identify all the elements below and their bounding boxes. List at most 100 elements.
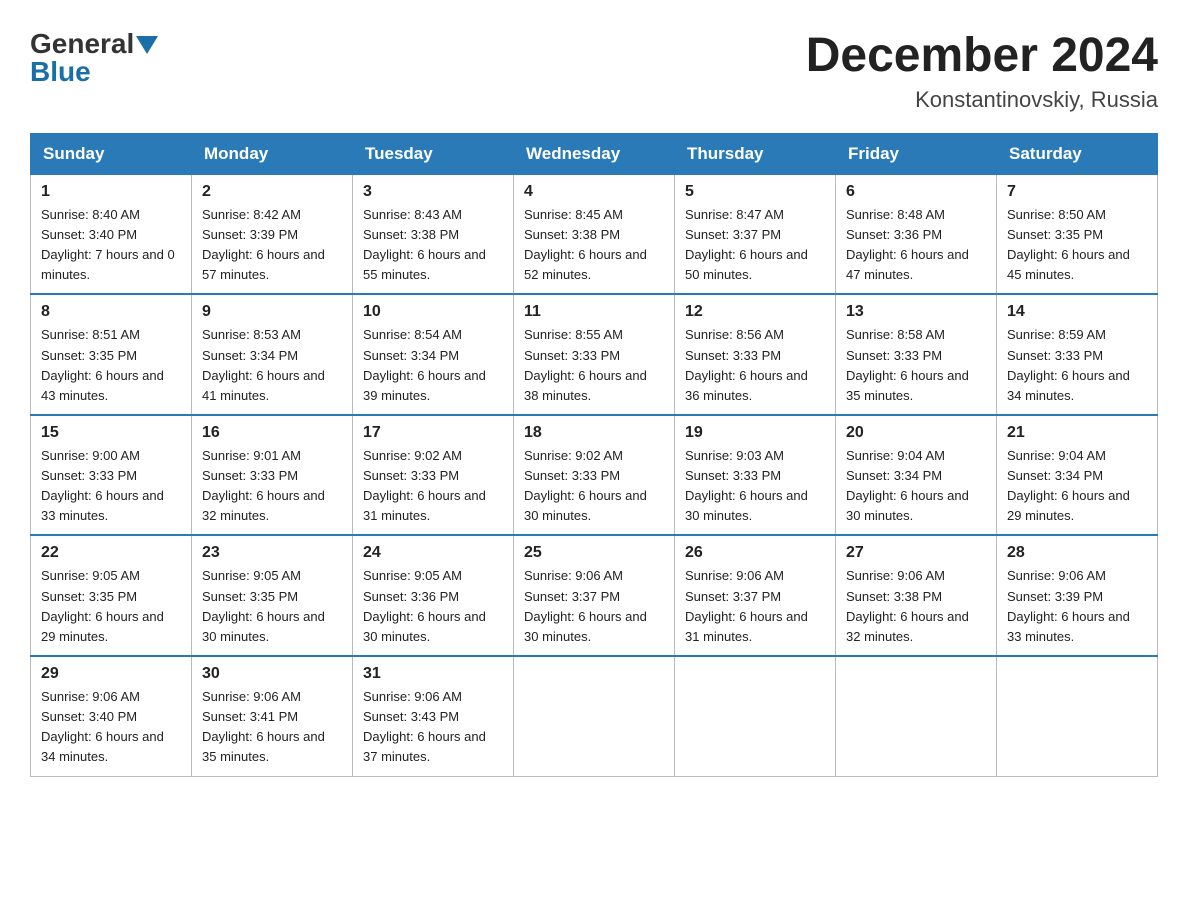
day-number: 30	[202, 665, 342, 683]
calendar-week-row: 8 Sunrise: 8:51 AM Sunset: 3:35 PM Dayli…	[31, 294, 1158, 415]
table-row: 16 Sunrise: 9:01 AM Sunset: 3:33 PM Dayl…	[192, 415, 353, 536]
table-row: 13 Sunrise: 8:58 AM Sunset: 3:33 PM Dayl…	[836, 294, 997, 415]
day-number: 11	[524, 303, 664, 321]
sunrise-label: Sunrise: 8:40 AM	[41, 207, 140, 222]
day-number: 2	[202, 183, 342, 201]
sunrise-label: Sunrise: 9:02 AM	[524, 448, 623, 463]
day-info: Sunrise: 8:50 AM Sunset: 3:35 PM Dayligh…	[1007, 205, 1147, 286]
sunrise-label: Sunrise: 9:01 AM	[202, 448, 301, 463]
daylight-label: Daylight: 6 hours and 33 minutes.	[41, 488, 164, 523]
table-row: 11 Sunrise: 8:55 AM Sunset: 3:33 PM Dayl…	[514, 294, 675, 415]
day-info: Sunrise: 8:47 AM Sunset: 3:37 PM Dayligh…	[685, 205, 825, 286]
day-number: 12	[685, 303, 825, 321]
location-text: Konstantinovskiy, Russia	[806, 87, 1158, 113]
sunset-label: Sunset: 3:33 PM	[524, 468, 620, 483]
day-info: Sunrise: 9:02 AM Sunset: 3:33 PM Dayligh…	[363, 446, 503, 527]
sunrise-label: Sunrise: 8:53 AM	[202, 327, 301, 342]
sunrise-label: Sunrise: 9:06 AM	[524, 568, 623, 583]
col-sunday: Sunday	[31, 133, 192, 174]
calendar-week-row: 22 Sunrise: 9:05 AM Sunset: 3:35 PM Dayl…	[31, 535, 1158, 656]
day-number: 24	[363, 544, 503, 562]
sunrise-label: Sunrise: 9:00 AM	[41, 448, 140, 463]
daylight-label: Daylight: 7 hours and 0 minutes.	[41, 247, 175, 282]
day-info: Sunrise: 9:06 AM Sunset: 3:43 PM Dayligh…	[363, 687, 503, 768]
day-number: 29	[41, 665, 181, 683]
month-title: December 2024	[806, 30, 1158, 83]
day-info: Sunrise: 8:58 AM Sunset: 3:33 PM Dayligh…	[846, 325, 986, 406]
daylight-label: Daylight: 6 hours and 30 minutes.	[524, 609, 647, 644]
day-info: Sunrise: 8:42 AM Sunset: 3:39 PM Dayligh…	[202, 205, 342, 286]
daylight-label: Daylight: 6 hours and 57 minutes.	[202, 247, 325, 282]
logo-blue-text: Blue	[30, 56, 91, 87]
sunrise-label: Sunrise: 9:06 AM	[202, 689, 301, 704]
day-number: 1	[41, 183, 181, 201]
sunset-label: Sunset: 3:36 PM	[846, 227, 942, 242]
daylight-label: Daylight: 6 hours and 38 minutes.	[524, 368, 647, 403]
daylight-label: Daylight: 6 hours and 50 minutes.	[685, 247, 808, 282]
day-info: Sunrise: 8:54 AM Sunset: 3:34 PM Dayligh…	[363, 325, 503, 406]
daylight-label: Daylight: 6 hours and 36 minutes.	[685, 368, 808, 403]
day-info: Sunrise: 9:01 AM Sunset: 3:33 PM Dayligh…	[202, 446, 342, 527]
daylight-label: Daylight: 6 hours and 29 minutes.	[1007, 488, 1130, 523]
day-number: 6	[846, 183, 986, 201]
sunrise-label: Sunrise: 9:06 AM	[846, 568, 945, 583]
daylight-label: Daylight: 6 hours and 34 minutes.	[41, 729, 164, 764]
sunset-label: Sunset: 3:33 PM	[685, 348, 781, 363]
day-info: Sunrise: 9:05 AM Sunset: 3:35 PM Dayligh…	[41, 566, 181, 647]
sunrise-label: Sunrise: 9:02 AM	[363, 448, 462, 463]
day-info: Sunrise: 8:45 AM Sunset: 3:38 PM Dayligh…	[524, 205, 664, 286]
day-number: 9	[202, 303, 342, 321]
table-row: 27 Sunrise: 9:06 AM Sunset: 3:38 PM Dayl…	[836, 535, 997, 656]
day-number: 25	[524, 544, 664, 562]
table-row: 18 Sunrise: 9:02 AM Sunset: 3:33 PM Dayl…	[514, 415, 675, 536]
daylight-label: Daylight: 6 hours and 47 minutes.	[846, 247, 969, 282]
daylight-label: Daylight: 6 hours and 52 minutes.	[524, 247, 647, 282]
table-row: 10 Sunrise: 8:54 AM Sunset: 3:34 PM Dayl…	[353, 294, 514, 415]
day-info: Sunrise: 9:04 AM Sunset: 3:34 PM Dayligh…	[846, 446, 986, 527]
sunrise-label: Sunrise: 9:06 AM	[363, 689, 462, 704]
table-row: 21 Sunrise: 9:04 AM Sunset: 3:34 PM Dayl…	[997, 415, 1158, 536]
daylight-label: Daylight: 6 hours and 30 minutes.	[363, 609, 486, 644]
calendar-week-row: 15 Sunrise: 9:00 AM Sunset: 3:33 PM Dayl…	[31, 415, 1158, 536]
sunset-label: Sunset: 3:37 PM	[685, 227, 781, 242]
sunset-label: Sunset: 3:33 PM	[685, 468, 781, 483]
sunset-label: Sunset: 3:38 PM	[363, 227, 459, 242]
sunrise-label: Sunrise: 8:45 AM	[524, 207, 623, 222]
calendar-table: Sunday Monday Tuesday Wednesday Thursday…	[30, 133, 1158, 777]
daylight-label: Daylight: 6 hours and 55 minutes.	[363, 247, 486, 282]
day-info: Sunrise: 8:48 AM Sunset: 3:36 PM Dayligh…	[846, 205, 986, 286]
table-row	[675, 656, 836, 776]
day-number: 31	[363, 665, 503, 683]
table-row: 22 Sunrise: 9:05 AM Sunset: 3:35 PM Dayl…	[31, 535, 192, 656]
col-tuesday: Tuesday	[353, 133, 514, 174]
sunset-label: Sunset: 3:34 PM	[363, 348, 459, 363]
sunrise-label: Sunrise: 9:04 AM	[1007, 448, 1106, 463]
day-info: Sunrise: 8:40 AM Sunset: 3:40 PM Dayligh…	[41, 205, 181, 286]
day-info: Sunrise: 9:00 AM Sunset: 3:33 PM Dayligh…	[41, 446, 181, 527]
day-info: Sunrise: 9:06 AM Sunset: 3:37 PM Dayligh…	[524, 566, 664, 647]
sunset-label: Sunset: 3:33 PM	[202, 468, 298, 483]
day-info: Sunrise: 9:03 AM Sunset: 3:33 PM Dayligh…	[685, 446, 825, 527]
sunset-label: Sunset: 3:43 PM	[363, 709, 459, 724]
day-number: 22	[41, 544, 181, 562]
sunrise-label: Sunrise: 8:56 AM	[685, 327, 784, 342]
col-wednesday: Wednesday	[514, 133, 675, 174]
day-number: 21	[1007, 424, 1147, 442]
sunset-label: Sunset: 3:35 PM	[41, 589, 137, 604]
day-number: 23	[202, 544, 342, 562]
daylight-label: Daylight: 6 hours and 43 minutes.	[41, 368, 164, 403]
sunrise-label: Sunrise: 9:06 AM	[685, 568, 784, 583]
day-info: Sunrise: 9:05 AM Sunset: 3:36 PM Dayligh…	[363, 566, 503, 647]
calendar-header-row: Sunday Monday Tuesday Wednesday Thursday…	[31, 133, 1158, 174]
table-row: 1 Sunrise: 8:40 AM Sunset: 3:40 PM Dayli…	[31, 174, 192, 294]
table-row: 7 Sunrise: 8:50 AM Sunset: 3:35 PM Dayli…	[997, 174, 1158, 294]
sunrise-label: Sunrise: 9:05 AM	[363, 568, 462, 583]
table-row: 25 Sunrise: 9:06 AM Sunset: 3:37 PM Dayl…	[514, 535, 675, 656]
daylight-label: Daylight: 6 hours and 31 minutes.	[363, 488, 486, 523]
sunrise-label: Sunrise: 9:06 AM	[1007, 568, 1106, 583]
day-number: 19	[685, 424, 825, 442]
calendar-week-row: 29 Sunrise: 9:06 AM Sunset: 3:40 PM Dayl…	[31, 656, 1158, 776]
day-info: Sunrise: 8:59 AM Sunset: 3:33 PM Dayligh…	[1007, 325, 1147, 406]
sunrise-label: Sunrise: 8:58 AM	[846, 327, 945, 342]
daylight-label: Daylight: 6 hours and 35 minutes.	[202, 729, 325, 764]
